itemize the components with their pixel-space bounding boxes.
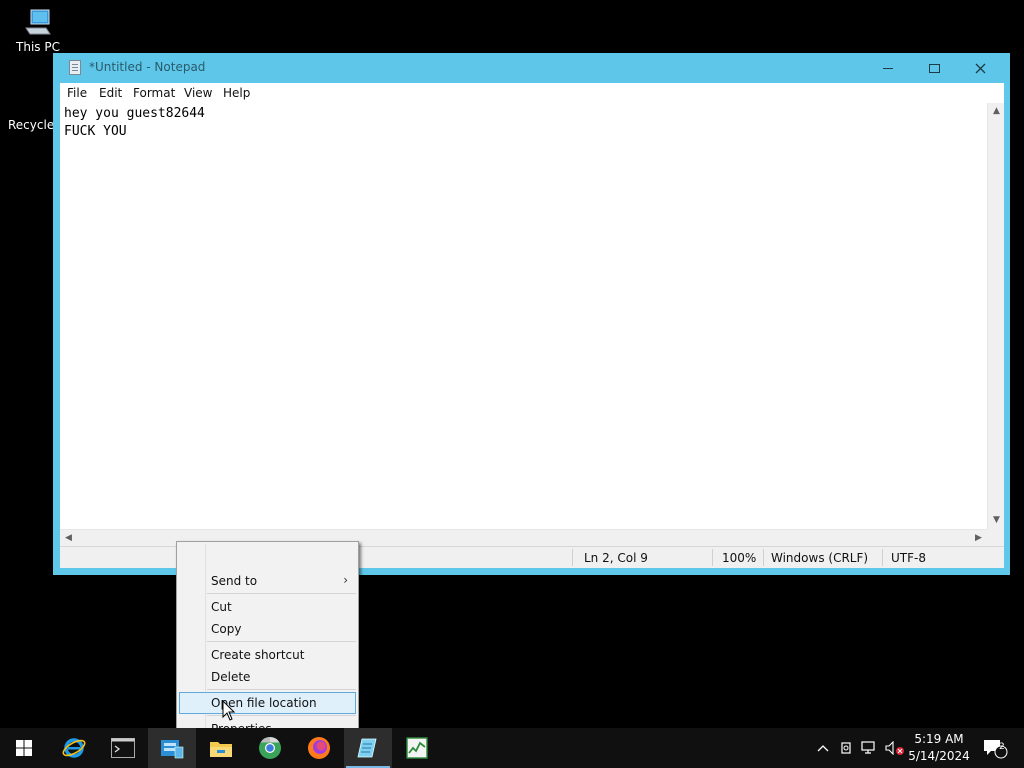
notepad-icon — [357, 738, 377, 758]
title-bar[interactable]: *Untitled - Notepad — [53, 53, 1010, 83]
internet-explorer-icon — [62, 738, 86, 758]
menu-file[interactable]: File — [67, 86, 87, 100]
submenu-arrow-icon: › — [343, 573, 348, 587]
close-icon — [975, 63, 985, 73]
scroll-up-icon[interactable]: ▲ — [988, 103, 1005, 120]
text-editor[interactable]: hey you guest82644 FUCK YOU — [60, 103, 987, 529]
volume-muted-icon — [885, 741, 904, 755]
menu-item-send-to[interactable]: Send to › — [179, 570, 356, 592]
menu-format[interactable]: Format — [133, 86, 175, 100]
start-button[interactable] — [0, 728, 48, 768]
text-line: FUCK YOU — [64, 124, 127, 139]
show-hidden-icons-button[interactable] — [815, 728, 831, 768]
tray-app-icon[interactable] — [838, 728, 856, 768]
menu-view[interactable]: View — [184, 86, 212, 100]
taskbar-task-manager[interactable] — [393, 728, 441, 768]
scroll-left-icon[interactable]: ◀ — [60, 530, 77, 547]
maximize-icon — [928, 63, 940, 73]
text-line: hey you guest82644 — [64, 106, 205, 121]
menu-item-open-file-location[interactable]: Open file location — [179, 692, 356, 714]
status-zoom: 100% — [722, 551, 757, 565]
status-position: Ln 2, Col 9 — [584, 551, 648, 565]
notepad-window: *Untitled - Notepad File Edit Format Vie… — [53, 53, 1010, 575]
window-title: *Untitled - Notepad — [89, 60, 206, 74]
taskbar-notepad[interactable] — [344, 728, 392, 768]
menu-separator — [207, 641, 356, 642]
taskbar-file-explorer[interactable] — [197, 728, 245, 768]
close-button[interactable] — [957, 53, 1003, 83]
desktop-icon-this-pc[interactable]: This PC — [6, 8, 70, 54]
status-encoding: UTF-8 — [891, 551, 926, 565]
menu-item-label: Cut — [211, 600, 232, 614]
task-manager-icon — [406, 737, 428, 759]
menu-separator — [207, 593, 356, 594]
scroll-down-icon[interactable]: ▼ — [988, 512, 1005, 529]
menu-bar: File Edit Format View Help — [60, 83, 1004, 104]
status-separator — [882, 549, 883, 566]
firefox-icon — [308, 737, 330, 759]
menu-help[interactable]: Help — [223, 86, 250, 100]
computer-icon — [25, 9, 51, 35]
menu-item-label: Delete — [211, 670, 251, 684]
scroll-corner — [987, 529, 1004, 546]
minimize-button[interactable] — [865, 53, 911, 83]
menu-item-create-shortcut[interactable]: Create shortcut — [179, 644, 356, 666]
status-separator — [572, 549, 573, 566]
clock-time: 5:19 AM — [914, 732, 964, 746]
taskbar-chrome[interactable] — [246, 728, 294, 768]
vertical-scrollbar[interactable]: ▲ ▼ — [987, 103, 1004, 529]
menu-item-cut[interactable]: Cut — [179, 596, 356, 618]
menu-edit[interactable]: Edit — [99, 86, 122, 100]
menu-item-delete[interactable]: Delete — [179, 666, 356, 688]
chevron-up-icon — [817, 745, 829, 752]
network-button[interactable] — [860, 728, 880, 768]
file-explorer-icon — [210, 742, 232, 757]
taskbar-context-menu: Send to › Cut Copy Create shortcut Delet… — [176, 541, 359, 742]
volume-button[interactable] — [884, 728, 906, 768]
menu-item-label: Copy — [211, 622, 242, 636]
taskbar: 5:19 AM 5/14/2024 2 — [0, 728, 1024, 768]
taskbar-command-prompt[interactable] — [99, 728, 147, 768]
scroll-right-icon[interactable]: ▶ — [970, 530, 987, 547]
menu-item-copy[interactable]: Copy — [179, 618, 356, 640]
windows-logo-icon — [16, 740, 32, 756]
taskbar-firefox[interactable] — [295, 728, 343, 768]
chrome-icon — [259, 737, 281, 759]
notepad-client: File Edit Format View Help hey you guest… — [60, 83, 1004, 568]
desktop-icon-label: This PC — [16, 40, 60, 54]
network-icon — [861, 741, 875, 754]
menu-separator — [207, 689, 356, 690]
menu-item-label: Send to — [211, 574, 258, 588]
server-manager-icon — [161, 740, 184, 759]
status-separator — [712, 549, 713, 566]
status-line-endings: Windows (CRLF) — [771, 551, 869, 565]
notification-count: 2 — [999, 742, 1005, 752]
action-center-button[interactable]: 2 — [978, 728, 1012, 768]
webcam-icon — [841, 742, 851, 754]
command-prompt-icon — [111, 738, 135, 758]
status-separator — [763, 549, 764, 566]
mouse-cursor-icon — [222, 700, 236, 721]
taskbar-internet-explorer[interactable] — [50, 728, 98, 768]
minimize-icon — [883, 67, 893, 69]
taskbar-server-manager[interactable] — [148, 728, 196, 768]
clock-date: 5/14/2024 — [908, 749, 970, 763]
notepad-icon — [69, 60, 81, 75]
clock[interactable]: 5:19 AM 5/14/2024 — [906, 731, 972, 765]
maximize-button[interactable] — [911, 53, 957, 83]
menu-item-label: Create shortcut — [211, 648, 305, 662]
